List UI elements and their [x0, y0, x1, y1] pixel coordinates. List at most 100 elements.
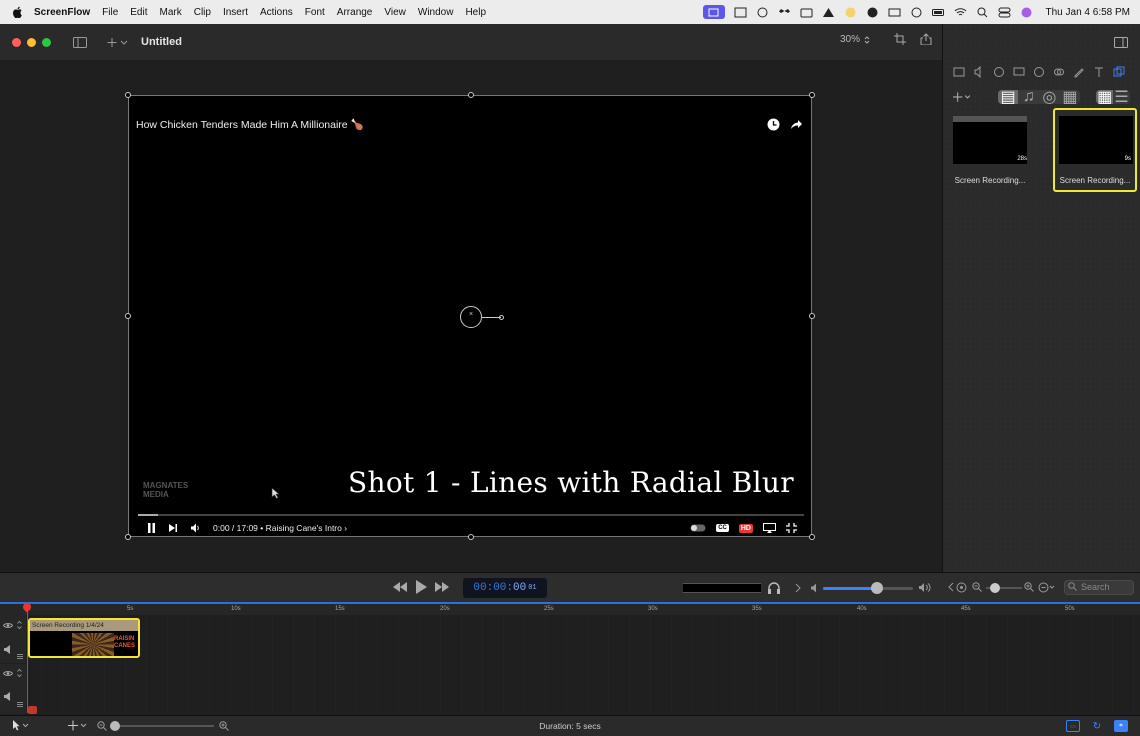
- text-icon[interactable]: [1093, 66, 1105, 78]
- resize-handle[interactable]: [125, 534, 131, 540]
- wifi-icon[interactable]: [954, 7, 967, 18]
- drive-icon[interactable]: [822, 7, 835, 18]
- list-view-icon[interactable]: ☰: [1113, 90, 1130, 104]
- zoom-in-icon[interactable]: [1024, 582, 1034, 592]
- menu-window[interactable]: Window: [418, 7, 454, 18]
- headphones-icon[interactable]: [767, 581, 781, 595]
- maximize-button[interactable]: [42, 37, 51, 47]
- hd-settings-button[interactable]: HD: [738, 523, 753, 533]
- track-menu-icon[interactable]: [17, 654, 23, 659]
- resize-handle[interactable]: [468, 534, 474, 540]
- audio-mute-icon[interactable]: [3, 692, 13, 701]
- share-icon[interactable]: [920, 33, 932, 45]
- media-library-icon[interactable]: [1113, 66, 1125, 78]
- resize-handle[interactable]: [125, 313, 131, 319]
- snapping-toggle-icon[interactable]: ⌗: [1114, 720, 1128, 732]
- play-icon[interactable]: [415, 580, 427, 594]
- web-tab[interactable]: ◎: [1039, 90, 1060, 104]
- rotation-knob[interactable]: [499, 315, 504, 320]
- document-media-tab[interactable]: ▤: [997, 90, 1019, 104]
- media-item[interactable]: 9s Screen Recording...: [1053, 108, 1137, 192]
- captions-button[interactable]: CC: [716, 524, 729, 532]
- creative-cloud-icon[interactable]: [756, 7, 769, 18]
- timeline-clip[interactable]: Screen Recording 1/4/24 RAISIN CANES: [28, 618, 140, 658]
- close-button[interactable]: [12, 37, 21, 47]
- grammarly-icon[interactable]: [866, 7, 879, 18]
- track-menu-icon[interactable]: [17, 702, 23, 707]
- menu-view[interactable]: View: [384, 7, 406, 18]
- video-caption[interactable]: Shot 1 - Lines with Radial Blur: [348, 466, 794, 499]
- add-media-icon[interactable]: [953, 92, 972, 102]
- volume-slider[interactable]: [823, 582, 913, 594]
- screen-recording-toggle-icon[interactable]: ▭: [1066, 720, 1080, 732]
- eye-icon[interactable]: [3, 622, 13, 629]
- resize-handle[interactable]: [809, 313, 815, 319]
- keyboard-icon[interactable]: [888, 7, 901, 18]
- thumbnail-size-knob[interactable]: [990, 583, 1000, 593]
- video-properties-icon[interactable]: [953, 66, 965, 78]
- track-stepper-icon[interactable]: [17, 620, 22, 630]
- thumbnail-size-slider[interactable]: [986, 583, 1022, 593]
- resize-handle[interactable]: [125, 92, 131, 98]
- menu-actions[interactable]: Actions: [260, 7, 293, 18]
- control-center-icon[interactable]: [998, 7, 1011, 18]
- menu-help[interactable]: Help: [465, 7, 486, 18]
- camera-icon[interactable]: [800, 7, 813, 18]
- pause-icon[interactable]: [147, 523, 156, 533]
- search-icon[interactable]: [976, 7, 989, 18]
- right-sidebar-toggle-icon[interactable]: [1114, 36, 1128, 48]
- resize-handle[interactable]: [468, 92, 474, 98]
- chevron-right-icon[interactable]: [795, 583, 801, 593]
- app-menu[interactable]: ScreenFlow: [34, 7, 90, 18]
- share-arrow-icon[interactable]: [790, 118, 803, 131]
- audio-mute-icon[interactable]: [3, 645, 13, 654]
- watch-later-icon[interactable]: [767, 118, 780, 131]
- chevron-left-icon[interactable]: [948, 582, 954, 592]
- stock-tab[interactable]: ▦: [1060, 90, 1081, 104]
- menubar-clock[interactable]: Thu Jan 4 6:58 PM: [1046, 7, 1131, 18]
- airplay-icon[interactable]: [763, 523, 776, 533]
- dropbox-icon[interactable]: [778, 7, 791, 18]
- video-frame[interactable]: How Chicken Tenders Made Him A Millionai…: [125, 92, 815, 540]
- minimize-button[interactable]: [27, 37, 36, 47]
- volume-icon[interactable]: [190, 523, 201, 533]
- track-stepper-icon[interactable]: [17, 668, 22, 678]
- sidebar-toggle-icon[interactable]: [73, 36, 87, 48]
- target-icon[interactable]: [956, 582, 967, 593]
- screenflow-status-icon[interactable]: [702, 5, 725, 19]
- more-options-icon[interactable]: [1038, 582, 1056, 593]
- volume-knob[interactable]: [871, 582, 883, 594]
- crop-icon[interactable]: [894, 33, 906, 45]
- menu-mark[interactable]: Mark: [160, 7, 182, 18]
- playhead[interactable]: [27, 603, 28, 713]
- s-app-icon[interactable]: [844, 7, 857, 18]
- end-marker[interactable]: [28, 706, 37, 714]
- grid-view-icon[interactable]: ▦: [1096, 90, 1114, 104]
- resize-handle[interactable]: [809, 534, 815, 540]
- eye-icon[interactable]: [3, 670, 13, 677]
- autoplay-toggle-icon[interactable]: [690, 524, 706, 532]
- history-icon[interactable]: [910, 7, 923, 18]
- stepper-icon[interactable]: [864, 35, 870, 45]
- rewind-icon[interactable]: [393, 582, 407, 592]
- video-progress[interactable]: [138, 514, 804, 516]
- timeline-ruler[interactable]: 5s 10s 15s 20s 25s 30s 35s 40s 45s 50s: [0, 602, 1140, 615]
- add-button[interactable]: [107, 37, 129, 48]
- exit-fullscreen-icon[interactable]: [786, 523, 797, 533]
- zoom-out-icon[interactable]: [972, 582, 982, 592]
- menu-arrange[interactable]: Arrange: [337, 7, 373, 18]
- timeline-tracks[interactable]: [0, 615, 1140, 715]
- canvas[interactable]: How Chicken Tenders Made Him A Millionai…: [0, 60, 942, 572]
- video-motion-icon[interactable]: [993, 66, 1005, 78]
- zoom-control[interactable]: 30%: [840, 34, 870, 45]
- screen-recording-icon[interactable]: [1013, 66, 1025, 78]
- siri-icon[interactable]: [1020, 7, 1033, 18]
- menu-file[interactable]: File: [102, 7, 118, 18]
- media-item[interactable]: 28s Screen Recording...: [949, 110, 1031, 192]
- resize-handle[interactable]: [809, 92, 815, 98]
- loop-icon[interactable]: ↻: [1090, 720, 1104, 732]
- apple-icon[interactable]: [12, 6, 24, 18]
- menu-edit[interactable]: Edit: [130, 7, 147, 18]
- next-icon[interactable]: [168, 523, 178, 533]
- menu-font[interactable]: Font: [305, 7, 325, 18]
